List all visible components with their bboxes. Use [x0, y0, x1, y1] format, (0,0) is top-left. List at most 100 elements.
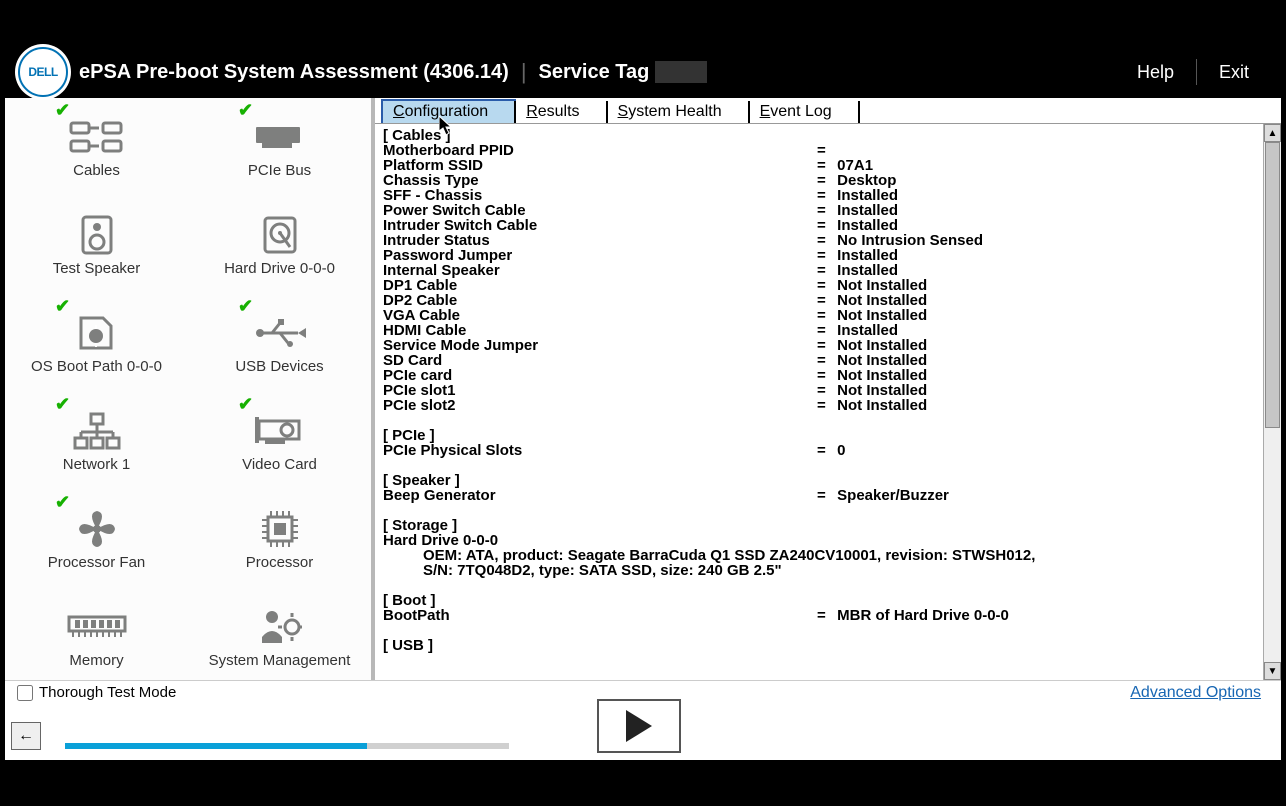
configuration-detail: [ Cables ]Motherboard PPID= Platform SSI… — [375, 124, 1263, 680]
scroll-up-button[interactable]: ▲ — [1264, 124, 1281, 142]
hard-drive-icon — [250, 214, 310, 256]
section-heading: [ Speaker ] — [383, 473, 1255, 488]
config-row: SFF - Chassis= Installed — [383, 188, 1255, 203]
processor-fan-icon — [67, 508, 127, 550]
scrollbar[interactable]: ▲ ▼ — [1263, 124, 1281, 680]
main-panel: ConfigurationResultsSystem HealthEvent L… — [375, 98, 1281, 680]
service-tag-value — [655, 61, 707, 83]
progress-bar — [65, 743, 509, 749]
device-system-management[interactable]: System Management — [188, 588, 371, 680]
device-sidebar: ✔ Cables ✔ PCIe Bus Test Speaker Hard Drive 0… — [5, 98, 375, 680]
check-icon: ✔ — [55, 492, 70, 513]
config-row: DP1 Cable= Not Installed — [383, 278, 1255, 293]
device-memory[interactable]: Memory — [5, 588, 188, 680]
thorough-label: Thorough Test Mode — [39, 684, 176, 701]
play-button[interactable] — [597, 699, 681, 753]
device-label: Test Speaker — [53, 260, 141, 277]
config-row: Hard Drive 0-0-0 — [383, 533, 1255, 548]
device-network[interactable]: ✔Network 1 — [5, 392, 188, 490]
config-row: PCIe card= Not Installed — [383, 368, 1255, 383]
test-speaker-icon — [67, 214, 127, 256]
advanced-options-link[interactable]: Advanced Options — [1130, 684, 1261, 702]
exit-button[interactable]: Exit — [1197, 62, 1271, 83]
device-label: Network 1 — [63, 456, 131, 473]
device-video-card[interactable]: ✔ Video Card — [188, 392, 371, 490]
device-pcie-bus[interactable]: ✔ PCIe Bus — [188, 98, 371, 196]
config-row: Chassis Type= Desktop — [383, 173, 1255, 188]
device-os-boot-path[interactable]: ✔ OS Boot Path 0-0-0 — [5, 294, 188, 392]
scroll-track[interactable] — [1264, 142, 1281, 662]
scroll-down-button[interactable]: ▼ — [1264, 662, 1281, 680]
tab-results[interactable]: Results — [514, 101, 607, 123]
check-icon: ✔ — [238, 296, 253, 317]
video-card-icon — [250, 410, 310, 452]
os-boot-path-icon — [67, 312, 127, 354]
config-row: Service Mode Jumper= Not Installed — [383, 338, 1255, 353]
tab-bar: ConfigurationResultsSystem HealthEvent L… — [375, 98, 1281, 124]
config-row: PCIe slot2= Not Installed — [383, 398, 1255, 413]
back-button[interactable]: ← — [11, 722, 41, 750]
device-label: PCIe Bus — [248, 162, 311, 179]
config-row: Motherboard PPID= — [383, 143, 1255, 158]
config-row: Beep Generator= Speaker/Buzzer — [383, 488, 1255, 503]
section-heading: [ Storage ] — [383, 518, 1255, 533]
config-row: PCIe Physical Slots= 0 — [383, 443, 1255, 458]
config-row: Power Switch Cable= Installed — [383, 203, 1255, 218]
device-label: Video Card — [242, 456, 317, 473]
progress-fill — [65, 743, 367, 749]
section-heading: [ USB ] — [383, 638, 1255, 653]
scroll-thumb[interactable] — [1265, 142, 1280, 428]
config-row: Intruder Status= No Intrusion Sensed — [383, 233, 1255, 248]
tab-configuration[interactable]: Configuration — [381, 99, 516, 123]
cables-icon — [67, 116, 127, 158]
config-row: PCIe slot1= Not Installed — [383, 383, 1255, 398]
system-management-icon — [250, 606, 310, 648]
device-label: Processor — [246, 554, 314, 571]
config-row: Password Jumper= Installed — [383, 248, 1255, 263]
config-extra-line: S/N: 7TQ048D2, type: SATA SSD, size: 240… — [383, 563, 1255, 578]
device-label: Cables — [73, 162, 120, 179]
title-bar: DELL ePSA Pre-boot System Assessment (43… — [5, 46, 1281, 98]
device-processor-fan[interactable]: ✔ Processor Fan — [5, 490, 188, 588]
device-label: System Management — [209, 652, 351, 669]
config-row: Platform SSID= 07A1 — [383, 158, 1255, 173]
device-label: Processor Fan — [48, 554, 146, 571]
service-tag-label: Service Tag — [539, 61, 650, 84]
play-icon — [626, 710, 652, 742]
thorough-checkbox-input[interactable] — [17, 685, 33, 701]
config-row: SD Card= Not Installed — [383, 353, 1255, 368]
config-row: BootPath= MBR of Hard Drive 0-0-0 — [383, 608, 1255, 623]
check-icon: ✔ — [55, 100, 70, 121]
device-usb-devices[interactable]: ✔ USB Devices — [188, 294, 371, 392]
device-label: USB Devices — [235, 358, 323, 375]
config-extra-line: OEM: ATA, product: Seagate BarraCuda Q1 … — [383, 548, 1255, 563]
memory-icon — [67, 606, 127, 648]
config-row: Internal Speaker= Installed — [383, 263, 1255, 278]
bottom-bar: Thorough Test Mode Advanced Options ← — [5, 680, 1281, 760]
device-test-speaker[interactable]: Test Speaker — [5, 196, 188, 294]
dell-logo: DELL — [15, 44, 71, 100]
content-area: ✔ Cables ✔ PCIe Bus Test Speaker Hard Drive 0… — [5, 98, 1281, 680]
section-heading: [ PCIe ] — [383, 428, 1255, 443]
device-label: Hard Drive 0-0-0 — [224, 260, 335, 277]
check-icon: ✔ — [238, 100, 253, 121]
device-processor[interactable]: Processor — [188, 490, 371, 588]
thorough-test-checkbox[interactable]: Thorough Test Mode — [17, 684, 176, 701]
section-heading: [ Boot ] — [383, 593, 1255, 608]
app-window: DELL ePSA Pre-boot System Assessment (43… — [5, 46, 1281, 760]
pcie-bus-icon — [250, 116, 310, 158]
config-row: VGA Cable= Not Installed — [383, 308, 1255, 323]
network-icon — [67, 410, 127, 452]
help-button[interactable]: Help — [1115, 62, 1196, 83]
app-title: ePSA Pre-boot System Assessment (4306.14… — [79, 61, 509, 84]
device-hard-drive[interactable]: Hard Drive 0-0-0 — [188, 196, 371, 294]
section-heading: [ Cables ] — [383, 128, 1255, 143]
device-label: OS Boot Path 0-0-0 — [31, 358, 162, 375]
tab-system-health[interactable]: System Health — [606, 101, 750, 123]
device-cables[interactable]: ✔ Cables — [5, 98, 188, 196]
config-row: Intruder Switch Cable= Installed — [383, 218, 1255, 233]
check-icon: ✔ — [55, 296, 70, 317]
tab-event-log[interactable]: Event Log — [748, 101, 860, 123]
check-icon: ✔ — [238, 394, 253, 415]
usb-devices-icon — [250, 312, 310, 354]
